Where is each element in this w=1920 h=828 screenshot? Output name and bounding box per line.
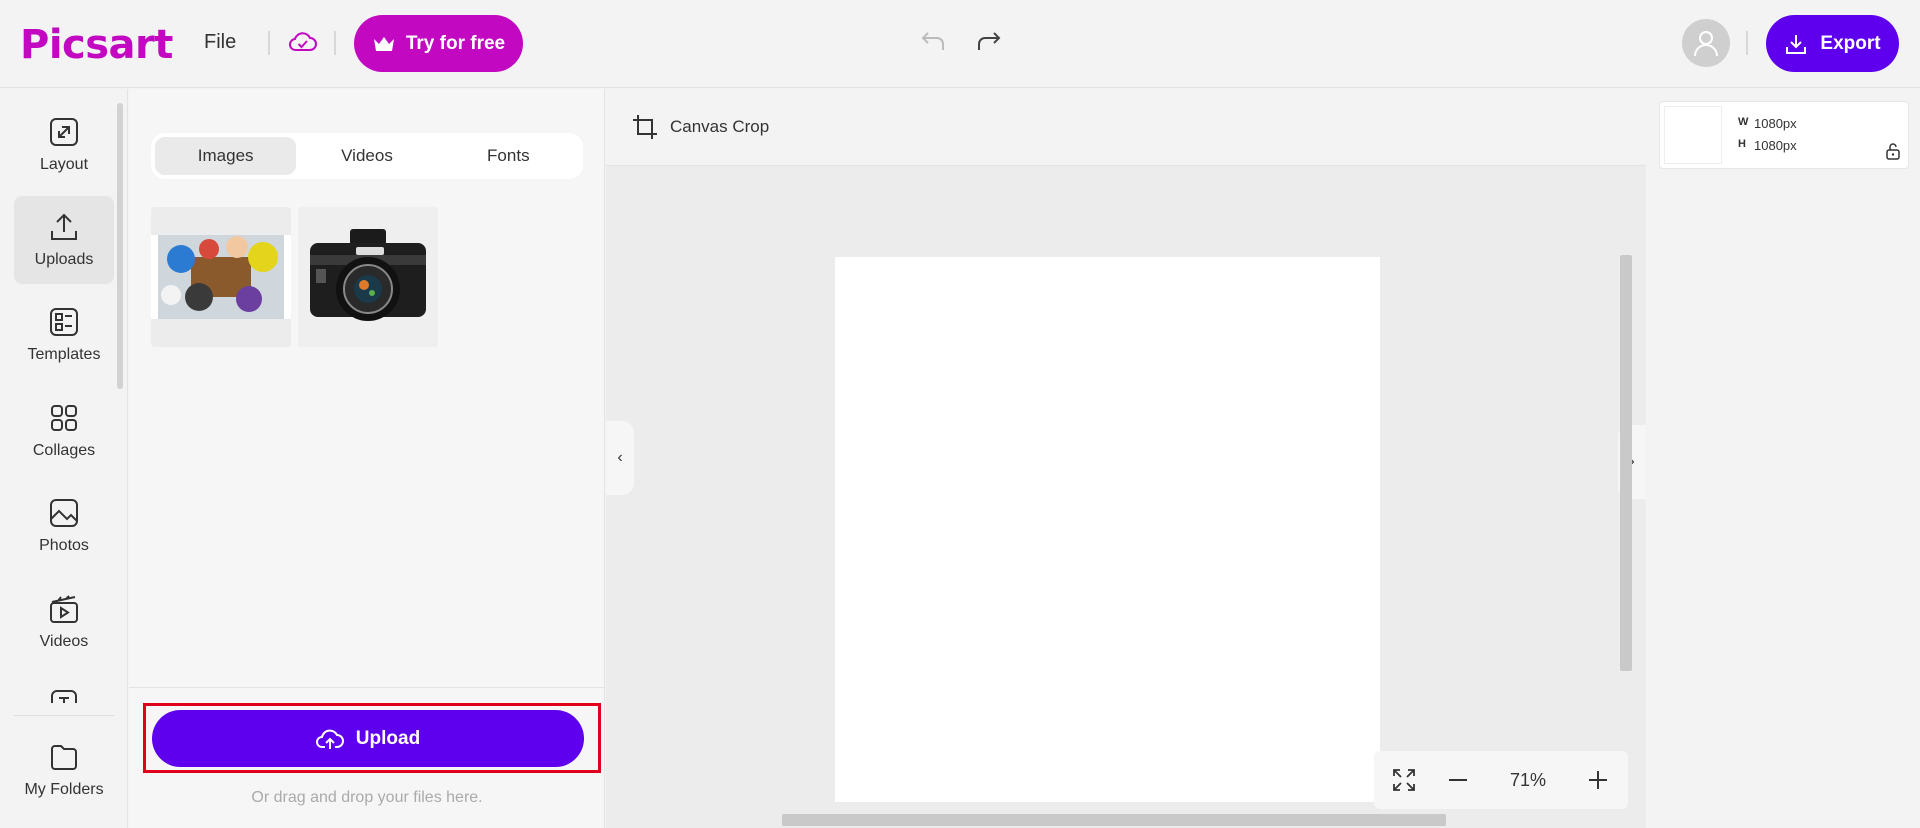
vertical-scrollbar-thumb[interactable] xyxy=(1620,255,1632,671)
right-panel: W 1080px H 1080px xyxy=(1647,89,1920,828)
width-value[interactable]: 1080px xyxy=(1754,116,1797,131)
height-label: H xyxy=(1738,138,1746,150)
height-value[interactable]: 1080px xyxy=(1754,138,1797,153)
tab-fonts[interactable]: Fonts xyxy=(438,137,579,175)
top-bar: Picsart File Try for free Export xyxy=(0,0,1920,88)
templates-icon xyxy=(50,308,78,336)
sidebar-divider xyxy=(14,715,114,716)
chevron-left-icon: ‹ xyxy=(617,449,623,466)
sidebar-item-label: Templates xyxy=(27,346,101,363)
download-icon xyxy=(1786,34,1807,54)
sidebar-item-label: Layout xyxy=(39,156,89,173)
canvas-crop-label: Canvas Crop xyxy=(670,117,770,136)
upload-button[interactable]: Upload xyxy=(152,710,584,767)
width-row: W 1080px xyxy=(1738,116,1797,131)
plus-icon xyxy=(1589,771,1607,789)
cloud-upload-icon xyxy=(315,729,344,749)
crop-icon xyxy=(633,115,657,139)
undo-icon[interactable] xyxy=(917,28,949,56)
upload-icon xyxy=(51,213,77,240)
export-label: Export xyxy=(1820,32,1881,54)
user-avatar[interactable] xyxy=(1682,19,1730,67)
collapse-left-panel-button[interactable]: ‹ xyxy=(606,421,634,495)
divider xyxy=(1746,31,1748,55)
cloud-saved-icon[interactable] xyxy=(288,30,318,54)
picsart-logo[interactable]: Picsart xyxy=(20,22,173,68)
uploaded-image-group-photo[interactable] xyxy=(151,207,291,347)
uploads-panel: Images Videos Fonts Upload Or drag and d… xyxy=(129,89,605,828)
canvas-size-card[interactable]: W 1080px H 1080px xyxy=(1659,101,1909,169)
export-button[interactable]: Export xyxy=(1766,15,1899,72)
zoom-controls: 71% xyxy=(1374,751,1628,809)
crown-icon xyxy=(373,36,394,51)
canvas-crop-button[interactable]: Canvas Crop xyxy=(632,114,769,140)
zoom-in-button[interactable] xyxy=(1584,766,1612,794)
artboard[interactable] xyxy=(835,257,1380,802)
fit-screen-button[interactable] xyxy=(1390,766,1418,794)
canvas-size-thumbnail xyxy=(1664,106,1722,164)
file-menu[interactable]: File xyxy=(204,31,236,54)
zoom-level[interactable]: 71% xyxy=(1498,770,1558,791)
camera-photo-image xyxy=(298,207,438,347)
sidebar-item-label: My Folders xyxy=(24,781,104,798)
tab-images[interactable]: Images xyxy=(155,137,297,175)
canvas-toolbar: Canvas Crop xyxy=(606,89,1646,166)
left-sidebar: Layout Uploads Templates Collages Photos… xyxy=(0,89,128,828)
sidebar-item-layout[interactable]: Layout xyxy=(14,101,114,189)
divider xyxy=(334,31,336,55)
expand-icon xyxy=(1393,769,1415,791)
group-photo-image xyxy=(151,207,291,347)
sidebar-item-collages[interactable]: Collages xyxy=(14,387,114,475)
try-for-free-button[interactable]: Try for free xyxy=(354,15,523,72)
layout-icon xyxy=(50,118,78,146)
unlock-icon[interactable] xyxy=(1884,142,1902,160)
text-icon[interactable] xyxy=(50,689,78,703)
sidebar-item-photos[interactable]: Photos xyxy=(14,482,114,570)
uploaded-image-camera[interactable] xyxy=(298,207,438,347)
try-for-free-label: Try for free xyxy=(405,32,506,54)
drag-drop-hint: Or drag and drop your files here. xyxy=(251,789,483,806)
zoom-out-button[interactable] xyxy=(1444,766,1472,794)
canvas-area: Canvas Crop ‹ › 71% xyxy=(606,89,1646,828)
redo-icon[interactable] xyxy=(973,28,1005,56)
height-row: H 1080px xyxy=(1738,138,1797,153)
horizontal-scrollbar-thumb[interactable] xyxy=(782,814,1446,826)
sidebar-item-uploads[interactable]: Uploads xyxy=(14,196,114,284)
sidebar-scrollbar[interactable] xyxy=(117,103,123,389)
folder-icon xyxy=(51,745,77,770)
sidebar-item-label: Collages xyxy=(32,442,96,459)
user-icon xyxy=(1694,31,1718,57)
sidebar-item-templates[interactable]: Templates xyxy=(14,291,114,379)
divider xyxy=(268,31,270,55)
sidebar-item-my-folders[interactable]: My Folders xyxy=(14,726,114,814)
sidebar-item-videos[interactable]: Videos xyxy=(14,578,114,666)
sidebar-item-label: Videos xyxy=(39,633,89,650)
collages-icon xyxy=(51,405,77,431)
sidebar-item-label: Photos xyxy=(39,537,89,554)
videos-icon xyxy=(50,595,78,623)
photos-icon xyxy=(50,499,78,527)
text-icon-glyph xyxy=(51,690,77,703)
media-tabs: Images Videos Fonts xyxy=(151,133,583,179)
sidebar-item-label: Uploads xyxy=(34,251,94,268)
upload-label: Upload xyxy=(355,727,421,749)
panel-divider xyxy=(129,687,605,688)
tab-videos[interactable]: Videos xyxy=(296,137,437,175)
width-label: W xyxy=(1738,116,1749,128)
minus-icon xyxy=(1449,779,1467,781)
